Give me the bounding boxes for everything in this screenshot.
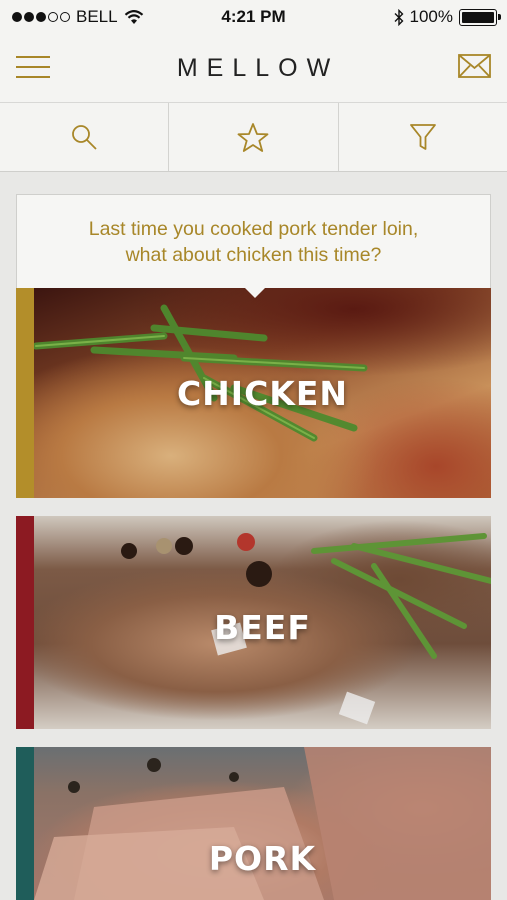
filter-icon bbox=[409, 122, 437, 152]
category-card-beef[interactable]: BEEF bbox=[16, 516, 491, 729]
category-color-stripe bbox=[16, 516, 34, 729]
category-label: CHICKEN bbox=[176, 374, 349, 413]
battery-percent: 100% bbox=[409, 7, 453, 26]
brand-title: MELLOW bbox=[176, 54, 340, 82]
category-color-stripe bbox=[16, 747, 34, 900]
suggestion-line-1: Last time you cooked pork tender loin, bbox=[88, 218, 419, 240]
envelope-icon[interactable] bbox=[458, 54, 491, 80]
favorites-button[interactable] bbox=[168, 103, 337, 171]
suggestion-line-2: what about chicken this time? bbox=[125, 244, 382, 266]
app-header: MELLOW bbox=[0, 34, 507, 102]
battery-fill bbox=[462, 11, 494, 23]
suggestion-banner: Last time you cooked pork tender loin, w… bbox=[16, 194, 491, 288]
battery-icon bbox=[459, 8, 501, 26]
status-right: 100% bbox=[394, 7, 501, 27]
category-card-chicken[interactable]: CHICKEN bbox=[16, 288, 491, 498]
status-bar: BELL 4:21 PM 100% bbox=[0, 0, 507, 34]
category-label: BEEF bbox=[214, 608, 311, 647]
bluetooth-icon bbox=[394, 8, 404, 26]
category-label: PORK bbox=[208, 839, 317, 878]
suggestion-pointer bbox=[243, 286, 267, 298]
star-icon bbox=[237, 122, 269, 153]
category-color-stripe bbox=[16, 288, 34, 498]
search-button[interactable] bbox=[0, 103, 168, 171]
search-icon bbox=[70, 123, 98, 151]
category-card-pork[interactable]: PORK bbox=[16, 747, 491, 900]
filter-button[interactable] bbox=[337, 103, 507, 171]
toolbar bbox=[0, 102, 507, 172]
